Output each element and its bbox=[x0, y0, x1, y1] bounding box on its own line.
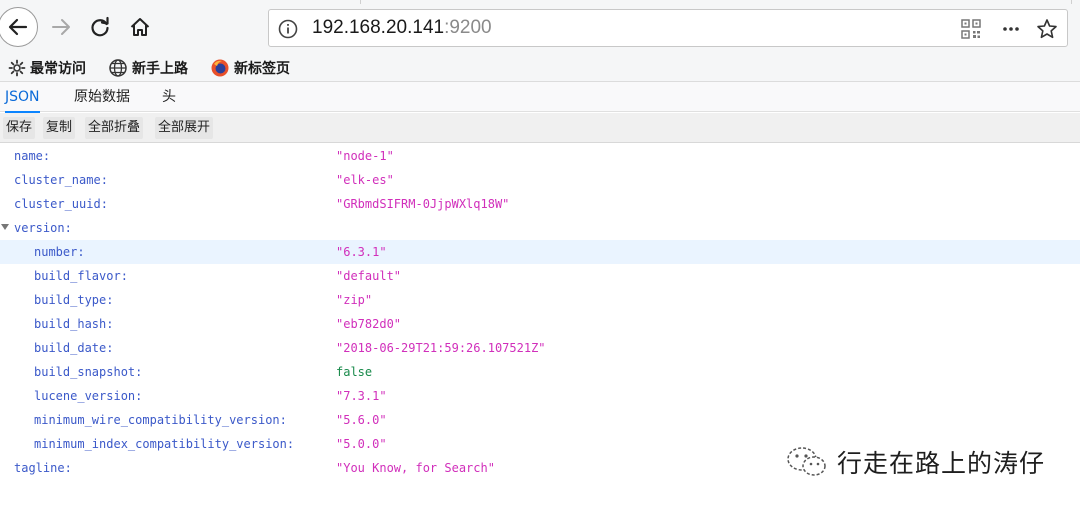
json-value: "elk-es" bbox=[336, 173, 394, 187]
json-key: build_flavor: bbox=[34, 269, 128, 283]
tab-raw-data[interactable]: 原始数据 bbox=[74, 82, 130, 112]
home-icon bbox=[130, 18, 150, 36]
json-key: tagline: bbox=[14, 461, 72, 475]
tab-strip-edge bbox=[360, 0, 1072, 4]
json-row: build_type: "zip" bbox=[0, 288, 1080, 312]
url-text[interactable]: 192.168.20.141:9200 bbox=[312, 16, 492, 40]
json-value: "eb782d0" bbox=[336, 317, 402, 331]
watermark: 行走在路上的涛仔 bbox=[785, 444, 1045, 480]
json-key: lucene_version: bbox=[34, 389, 143, 403]
watermark-text: 行走在路上的涛仔 bbox=[837, 449, 1046, 478]
tab-headers[interactable]: 头 bbox=[162, 82, 176, 112]
wechat-icon bbox=[787, 447, 826, 476]
json-key: minimum_wire_compatibility_version: bbox=[34, 413, 287, 427]
reload-button[interactable] bbox=[86, 13, 114, 41]
json-row: name: "node-1" bbox=[0, 144, 1080, 168]
info-icon[interactable] bbox=[277, 18, 299, 40]
reload-icon bbox=[91, 16, 109, 37]
json-key: build_type: bbox=[34, 293, 114, 307]
bookmarks-toolbar: 最常访问 新手上路 新标签页 bbox=[0, 54, 1080, 82]
url-port: :9200 bbox=[444, 17, 492, 38]
json-viewer-tabs: JSON 原始数据 头 bbox=[0, 82, 1080, 113]
gear-icon bbox=[8, 59, 26, 77]
save-button[interactable]: 保存 bbox=[3, 117, 36, 139]
json-row: minimum_wire_compatibility_version: "5.6.… bbox=[0, 408, 1080, 432]
json-toolbar: 保存 复制 全部折叠 全部展开 bbox=[0, 113, 1080, 143]
url-host: 192.168.20.141 bbox=[312, 17, 445, 38]
json-key: build_hash: bbox=[34, 317, 114, 331]
json-value: "5.0.0" bbox=[336, 437, 387, 451]
json-object-row[interactable]: version: bbox=[0, 216, 1080, 240]
back-button[interactable] bbox=[0, 7, 38, 47]
json-row: build_date: "2018-06-29T21:59:26.107521Z" bbox=[0, 336, 1080, 360]
json-value: "You Know, for Search" bbox=[336, 461, 495, 475]
page-actions-button[interactable] bbox=[999, 17, 1023, 41]
json-value: "5.6.0" bbox=[336, 413, 387, 427]
json-value: "GRbmdSIFRM-0JjpWXlq18W" bbox=[336, 197, 510, 211]
json-row: build_hash: "eb782d0" bbox=[0, 312, 1080, 336]
arrow-left-icon bbox=[8, 18, 28, 36]
qr-code-button[interactable] bbox=[959, 17, 983, 41]
firefox-icon bbox=[211, 59, 229, 77]
json-row: lucene_version: "7.3.1" bbox=[0, 384, 1080, 408]
json-key: cluster_name: bbox=[14, 173, 108, 187]
bookmark-label: 最常访问 bbox=[30, 61, 86, 77]
json-key: build_snapshot: bbox=[34, 365, 143, 379]
expand-triangle-icon[interactable] bbox=[1, 224, 9, 230]
json-key: build_date: bbox=[34, 341, 114, 355]
bookmark-most-visited[interactable]: 最常访问 bbox=[8, 57, 86, 79]
copy-button[interactable]: 复制 bbox=[43, 117, 76, 139]
bookmark-getting-started[interactable]: 新手上路 bbox=[108, 57, 188, 79]
bookmark-label: 新标签页 bbox=[234, 61, 290, 77]
address-bar[interactable]: 192.168.20.141:9200 bbox=[268, 9, 1068, 47]
json-key: minimum_index_compatibility_version: bbox=[34, 437, 295, 451]
arrow-right-icon bbox=[52, 19, 70, 35]
navigation-bar: 192.168.20.141:9200 bbox=[0, 0, 1080, 54]
json-key: version: bbox=[14, 221, 72, 235]
json-row: number: "6.3.1" bbox=[0, 240, 1080, 264]
expand-all-button[interactable]: 全部展开 bbox=[155, 117, 214, 139]
json-value: "2018-06-29T21:59:26.107521Z" bbox=[336, 341, 546, 355]
json-value: "6.3.1" bbox=[336, 245, 387, 259]
qr-code-icon bbox=[961, 19, 981, 39]
json-key: number: bbox=[34, 245, 85, 259]
json-value: "7.3.1" bbox=[336, 389, 387, 403]
forward-button[interactable] bbox=[47, 13, 75, 41]
bookmark-star-button[interactable] bbox=[1035, 17, 1059, 41]
json-value: false bbox=[336, 365, 373, 379]
bookmark-new-tab[interactable]: 新标签页 bbox=[210, 57, 290, 79]
collapse-all-button[interactable]: 全部折叠 bbox=[85, 117, 144, 139]
json-row: build_snapshot: false bbox=[0, 360, 1080, 384]
json-value: "zip" bbox=[336, 293, 373, 307]
bookmark-label: 新手上路 bbox=[132, 61, 188, 77]
json-row: build_flavor: "default" bbox=[0, 264, 1080, 288]
json-value: "node-1" bbox=[336, 149, 394, 163]
json-row: cluster_uuid: "GRbmdSIFRM-0JjpWXlq18W" bbox=[0, 192, 1080, 216]
tab-json[interactable]: JSON bbox=[5, 82, 40, 113]
star-icon bbox=[1037, 19, 1057, 39]
json-row: cluster_name: "elk-es" bbox=[0, 168, 1080, 192]
json-key: name: bbox=[14, 149, 51, 163]
json-value: "default" bbox=[336, 269, 402, 283]
globe-icon bbox=[109, 59, 127, 77]
home-button[interactable] bbox=[126, 13, 154, 41]
more-horizontal-icon bbox=[1003, 27, 1019, 31]
json-key: cluster_uuid: bbox=[14, 197, 108, 211]
